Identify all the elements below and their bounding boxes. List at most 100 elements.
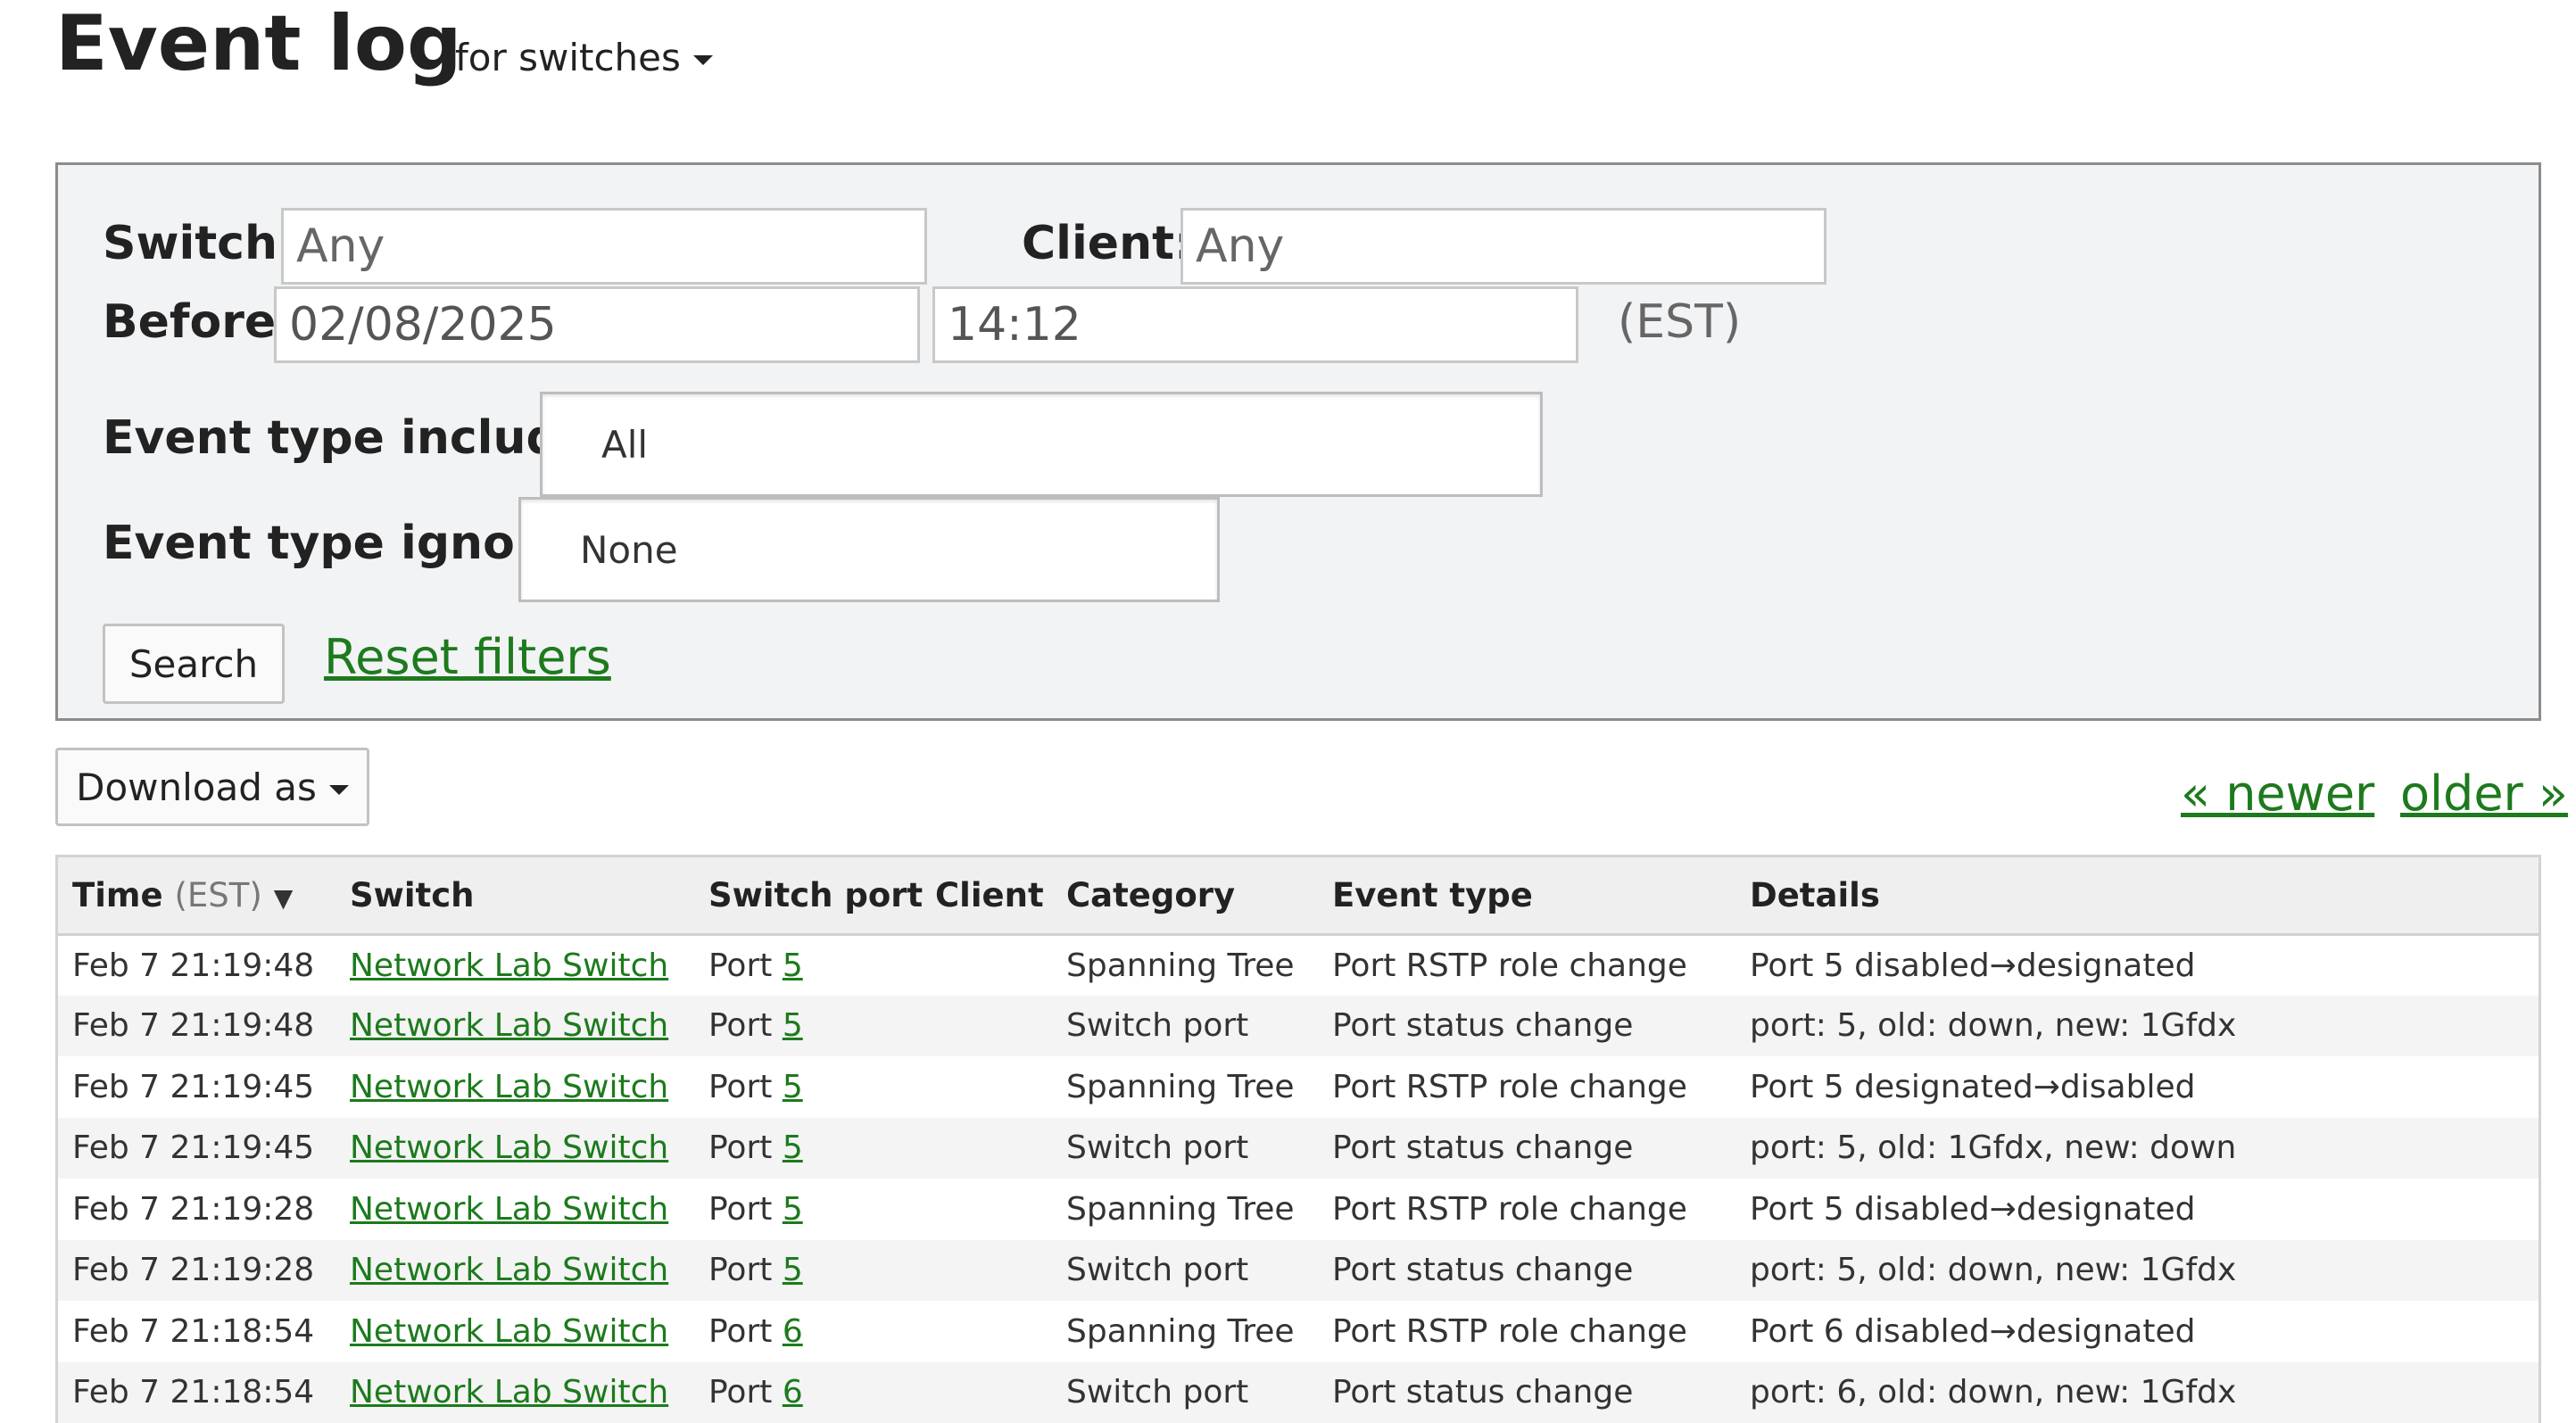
cell-category: Spanning Tree bbox=[1052, 1056, 1318, 1118]
cell-time: Feb 7 21:19:48 bbox=[58, 996, 335, 1057]
scope-dropdown[interactable]: for switches bbox=[455, 36, 713, 79]
cell-switch-port: Port 6 bbox=[694, 1301, 921, 1362]
cell-switch-port: Port 5 bbox=[694, 934, 921, 996]
table-row: Feb 7 21:19:48Network Lab SwitchPort 5Sp… bbox=[58, 934, 2539, 996]
cell-time: Feb 7 21:19:28 bbox=[58, 1179, 335, 1240]
column-header-time[interactable]: Time (EST) ▼ bbox=[58, 857, 335, 934]
column-header-time-tz: (EST) bbox=[174, 876, 261, 914]
cell-event-type: Port RSTP role change bbox=[1318, 934, 1735, 996]
before-filter-label: Before: bbox=[103, 295, 294, 349]
cell-switch: Network Lab Switch bbox=[335, 1240, 694, 1302]
switch-filter-label: Switch: bbox=[103, 217, 296, 270]
table-header-row: Time (EST) ▼ Switch Switch port Client C… bbox=[58, 857, 2539, 934]
cell-details: Port 6 disabled→designated bbox=[1735, 1301, 2539, 1362]
port-link[interactable]: 6 bbox=[783, 1313, 803, 1350]
cell-client bbox=[921, 996, 1052, 1057]
cell-client bbox=[921, 934, 1052, 996]
before-time-input[interactable]: 14:12 bbox=[932, 286, 1578, 363]
port-link[interactable]: 5 bbox=[783, 1129, 803, 1166]
cell-switch-port: Port 5 bbox=[694, 1240, 921, 1302]
download-as-label: Download as bbox=[76, 765, 317, 809]
port-prefix: Port bbox=[708, 1252, 783, 1288]
port-prefix: Port bbox=[708, 1007, 783, 1044]
cell-time: Feb 7 21:19:28 bbox=[58, 1240, 335, 1302]
switch-link[interactable]: Network Lab Switch bbox=[350, 1069, 668, 1105]
cell-switch: Network Lab Switch bbox=[335, 1362, 694, 1423]
cell-category: Switch port bbox=[1052, 1240, 1318, 1302]
scope-dropdown-label: for switches bbox=[455, 36, 681, 79]
port-prefix: Port bbox=[708, 1129, 783, 1166]
event-log-table: Time (EST) ▼ Switch Switch port Client C… bbox=[55, 855, 2541, 1423]
event-type-ignore-select[interactable]: None bbox=[518, 497, 1220, 602]
column-header-category[interactable]: Category bbox=[1052, 857, 1318, 934]
client-filter-input[interactable]: Any bbox=[1180, 208, 1826, 285]
cell-switch-port: Port 5 bbox=[694, 996, 921, 1057]
port-link[interactable]: 5 bbox=[783, 1007, 803, 1044]
event-type-include-label: Event type include: bbox=[103, 411, 609, 465]
port-link[interactable]: 5 bbox=[783, 1069, 803, 1105]
port-link[interactable]: 5 bbox=[783, 947, 803, 984]
cell-event-type: Port status change bbox=[1318, 996, 1735, 1057]
cell-client bbox=[921, 1179, 1052, 1240]
switch-filter-input[interactable]: Any bbox=[281, 208, 927, 285]
column-header-switch[interactable]: Switch bbox=[335, 857, 694, 934]
client-filter-label: Client: bbox=[1022, 217, 1193, 270]
event-type-include-select[interactable]: All bbox=[540, 392, 1543, 497]
search-button[interactable]: Search bbox=[103, 624, 285, 704]
cell-category: Switch port bbox=[1052, 996, 1318, 1057]
switch-link[interactable]: Network Lab Switch bbox=[350, 1007, 668, 1044]
cell-client bbox=[921, 1301, 1052, 1362]
cell-client bbox=[921, 1240, 1052, 1302]
column-header-event-type[interactable]: Event type bbox=[1318, 857, 1735, 934]
cell-details: Port 5 disabled→designated bbox=[1735, 934, 2539, 996]
port-link[interactable]: 6 bbox=[783, 1374, 803, 1411]
switch-link[interactable]: Network Lab Switch bbox=[350, 1252, 668, 1288]
cell-details: port: 5, old: 1Gfdx, new: down bbox=[1735, 1118, 2539, 1179]
newer-page-link[interactable]: « newer bbox=[2181, 765, 2374, 822]
switch-link[interactable]: Network Lab Switch bbox=[350, 1313, 668, 1350]
table-row: Feb 7 21:19:28Network Lab SwitchPort 5Sp… bbox=[58, 1179, 2539, 1240]
port-link[interactable]: 5 bbox=[783, 1252, 803, 1288]
cell-time: Feb 7 21:19:48 bbox=[58, 934, 335, 996]
column-header-client[interactable]: Client bbox=[921, 857, 1052, 934]
cell-switch: Network Lab Switch bbox=[335, 1118, 694, 1179]
caret-down-icon bbox=[693, 55, 713, 65]
table-row: Feb 7 21:19:28 Network Lab Switch Port 5 Sw… bbox=[58, 1240, 2539, 1302]
cell-client bbox=[921, 1118, 1052, 1179]
cell-details: Port 5 designated→disabled bbox=[1735, 1056, 2539, 1118]
table-row: Feb 7 21:18:54Network Lab SwitchPort 6Sp… bbox=[58, 1301, 2539, 1362]
switch-link[interactable]: Network Lab Switch bbox=[350, 1191, 668, 1228]
column-header-time-label: Time bbox=[72, 876, 163, 914]
column-header-details[interactable]: Details bbox=[1735, 857, 2539, 934]
filter-panel: Switch: Any Client: Any Before: 02/08/20… bbox=[55, 162, 2541, 721]
column-header-switch-port[interactable]: Switch port bbox=[694, 857, 921, 934]
cell-details: port: 5, old: down, new: 1Gfdx bbox=[1735, 1240, 2539, 1302]
cell-switch: Network Lab Switch bbox=[335, 996, 694, 1057]
port-prefix: Port bbox=[708, 1191, 783, 1228]
cell-time: Feb 7 21:19:45 bbox=[58, 1118, 335, 1179]
event-type-ignore-label: Event type ignore: bbox=[103, 517, 588, 570]
caret-down-icon bbox=[329, 785, 349, 795]
cell-details: Port 5 disabled→designated bbox=[1735, 1179, 2539, 1240]
cell-switch-port: Port 5 bbox=[694, 1056, 921, 1118]
cell-event-type: Port RSTP role change bbox=[1318, 1301, 1735, 1362]
reset-filters-link[interactable]: Reset filters bbox=[324, 629, 611, 685]
before-date-input[interactable]: 02/08/2025 bbox=[274, 286, 920, 363]
older-page-link[interactable]: older » bbox=[2400, 765, 2568, 822]
cell-event-type: Port RSTP role change bbox=[1318, 1056, 1735, 1118]
sort-descending-icon: ▼ bbox=[274, 883, 294, 913]
switch-link[interactable]: Network Lab Switch bbox=[350, 1374, 668, 1411]
switch-link[interactable]: Network Lab Switch bbox=[350, 1129, 668, 1166]
cell-switch-port: Port 6 bbox=[694, 1362, 921, 1423]
cell-switch: Network Lab Switch bbox=[335, 1179, 694, 1240]
page-title: Event log bbox=[55, 5, 462, 82]
cell-time: Feb 7 21:18:54 bbox=[58, 1301, 335, 1362]
table-row: Feb 7 21:18:54Network Lab SwitchPort 6Sw… bbox=[58, 1362, 2539, 1423]
cell-event-type: Port status change bbox=[1318, 1362, 1735, 1423]
cell-switch-port: Port 5 bbox=[694, 1179, 921, 1240]
port-link[interactable]: 5 bbox=[783, 1191, 803, 1228]
cell-event-type: Port RSTP role change bbox=[1318, 1179, 1735, 1240]
timezone-label: (EST) bbox=[1618, 295, 1741, 349]
download-as-button[interactable]: Download as bbox=[55, 748, 369, 826]
switch-link[interactable]: Network Lab Switch bbox=[350, 947, 668, 984]
